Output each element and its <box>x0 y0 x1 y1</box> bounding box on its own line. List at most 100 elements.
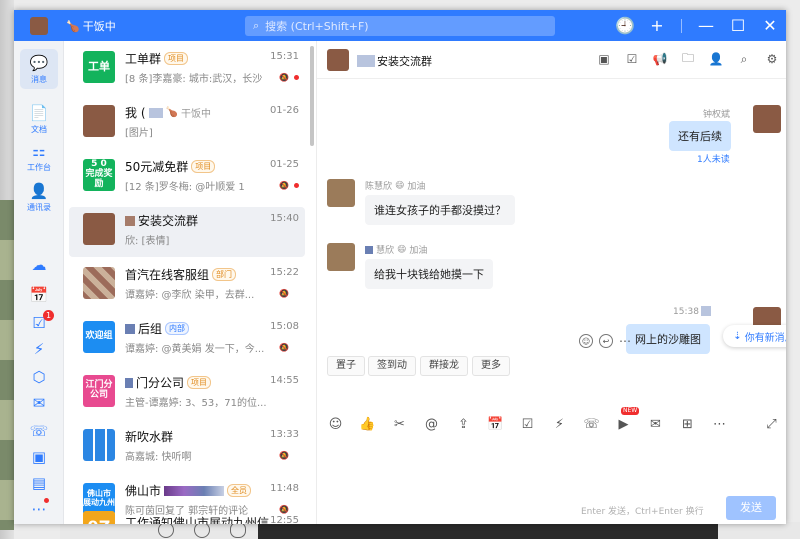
read-status[interactable]: 1人未读 <box>697 152 730 165</box>
user-avatar[interactable] <box>30 17 48 35</box>
meeting-icon: ▣ <box>31 448 47 466</box>
settings-icon[interactable]: ⚙ <box>764 51 780 67</box>
bg-mic-icon <box>230 522 246 538</box>
hexagon-icon: ⬡ <box>32 368 46 386</box>
mail-icon[interactable]: ✉ <box>647 416 664 433</box>
redacted-block <box>701 306 711 316</box>
conversation-name: 佛山市 全员 <box>125 482 252 499</box>
nav-workbench[interactable]: ⚏ 工作台 <box>20 141 58 173</box>
expand-icon[interactable]: ⤢ <box>763 416 780 433</box>
scissors-icon[interactable]: ✂ <box>391 416 408 433</box>
mention-icon[interactable]: @ <box>423 416 440 433</box>
nav-docs[interactable]: 📄 文档 <box>20 103 58 135</box>
input-toolbar: ☺ 👍 ✂ @ ⇪ 📅 ☑ ⚡ ☏ ▶ NEW ✉ ⊞ ⋯ <box>327 407 728 433</box>
nav-lightning[interactable]: ⚡ <box>20 339 58 359</box>
doc-icon: 📄 <box>29 104 49 122</box>
redacted-block <box>125 215 135 226</box>
conversation-item[interactable]: 欢迎组 后组 内部 15:08 谭嘉婷: @黄美娟 发一下，今... 🔕 <box>69 315 305 365</box>
plus-icon[interactable]: + <box>641 10 673 41</box>
status-text: 干饭中 <box>82 20 116 33</box>
user-status[interactable]: 🍗 干饭中 <box>66 18 116 34</box>
add-member-icon[interactable]: 👤 <box>708 51 724 67</box>
unread-dot <box>294 183 299 188</box>
conversation-name: 门分公司 项目 <box>125 374 212 391</box>
nav-meeting[interactable]: ▣ <box>20 447 58 467</box>
emoji-react-icon[interactable]: ☺ <box>579 334 593 348</box>
nav-more[interactable]: ⋯ <box>20 498 58 519</box>
sender-avatar[interactable] <box>327 243 355 271</box>
left-navigation: 💬 消息 📄 文档 ⚏ 工作台 👤 通讯录 ☁ 📅 ☑ 1 ⚡ ⬡ ✉ ☏ ▣ … <box>14 41 64 524</box>
more-icon[interactable]: ⋯ <box>711 416 728 433</box>
maximize-button[interactable]: ☐ <box>722 10 754 41</box>
conversation-name: 我 (🍗 干饭中 <box>125 106 211 120</box>
apps-icon[interactable]: ⊞ <box>679 416 696 433</box>
message-bubble[interactable]: 谁连女孩子的手都没摸过？ <box>365 195 515 225</box>
task-icon[interactable]: ☑ <box>624 51 640 67</box>
nav-phone[interactable]: ☏ <box>20 421 58 441</box>
thumbs-up-icon[interactable]: 👍 <box>359 416 376 433</box>
conversation-name: 新吹水群 <box>125 430 174 444</box>
close-button[interactable]: ✕ <box>754 10 786 41</box>
conversation-preview: 欣: [表情] <box>125 236 170 247</box>
nav-mail[interactable]: ✉ <box>20 393 58 413</box>
sender-name: 慧欣 😄 加油 <box>365 243 427 256</box>
phone-icon[interactable]: ☏ <box>583 416 600 433</box>
conversation-item-active[interactable]: 安装交流群 15:40 欣: [表情] <box>69 207 305 257</box>
conversation-item[interactable]: 首汽在线客服组 部门 15:22 谭嘉婷: @李欣 染甲，去群... 🔕 <box>69 261 305 311</box>
lightning-icon: ⚡ <box>33 340 45 358</box>
conversation-preview: [12 条]罗冬梅: @叶顺爱 1 <box>125 182 245 193</box>
message-bubble[interactable]: 还有后续 <box>669 121 731 151</box>
conversation-tag: 项目 <box>164 52 189 65</box>
quick-reply-button[interactable]: 群接龙 <box>420 356 468 376</box>
message-bubble[interactable]: 给我十块钱给她摸一下 <box>365 259 493 289</box>
nav-calendar[interactable]: 📅 <box>20 285 58 305</box>
conversation-preview: 高嘉城: 快听啊 <box>125 452 192 463</box>
group-avatar[interactable] <box>327 49 349 71</box>
new-message-tip[interactable]: ⇣你有新消息 <box>723 325 786 347</box>
chat-title[interactable]: 安装交流群 <box>357 53 432 69</box>
conversation-preview: 主管-谭嘉婷: 3、53，71的位... <box>125 398 267 409</box>
task-icon[interactable]: ☑ <box>519 416 536 433</box>
send-button[interactable]: 发送 <box>726 496 776 520</box>
sender-avatar[interactable] <box>327 179 355 207</box>
nav-todo[interactable]: ☑ 1 <box>20 310 58 333</box>
folder-icon[interactable]: 🗀 <box>680 51 696 67</box>
quick-reply-button[interactable]: 置子 <box>327 356 365 376</box>
more-icon[interactable]: ⋯ <box>619 334 631 348</box>
nav-box[interactable]: ▤ <box>20 473 58 493</box>
announcement-icon[interactable]: 📢 <box>652 51 668 67</box>
conversation-item[interactable]: 5 0 完成奖励 50元减免群 项目 01-25 [12 条]罗冬梅: @叶顺爱 … <box>69 153 305 203</box>
nav-messages[interactable]: 💬 消息 <box>20 49 58 89</box>
nav-contacts[interactable]: 👤 通讯录 <box>20 181 58 213</box>
emoji-icon[interactable]: ☺ <box>327 416 344 433</box>
conversation-item[interactable]: 我 (🍗 干饭中 01-26 [图片] <box>69 99 305 149</box>
minimize-button[interactable]: — <box>690 10 722 41</box>
message-input[interactable] <box>317 441 786 491</box>
calendar-icon: 📅 <box>29 286 49 304</box>
meeting-icon[interactable]: ▣ <box>596 51 612 67</box>
conversation-item[interactable]: 9Z 工作通知佛山市展动九州信... 12:55 <box>69 509 305 524</box>
conversation-item[interactable]: 工单 工单群 项目 15:31 [8 条]李嘉豪: 城市:武汉，长沙 🔕 <box>69 45 305 95</box>
live-icon[interactable]: ▶ NEW <box>615 407 640 433</box>
conversation-time: 01-26 <box>269 105 299 116</box>
conversation-preview: [8 条]李嘉豪: 城市:武汉，长沙 <box>125 74 263 85</box>
nav-hexagon[interactable]: ⬡ <box>20 367 58 387</box>
message-bubble[interactable]: 网上的沙雕图 <box>626 324 710 354</box>
list-scrollbar[interactable] <box>310 46 314 146</box>
upload-icon[interactable]: ⇪ <box>455 416 472 433</box>
conversation-item[interactable]: 江门分 公司 门分公司 项目 14:55 主管-谭嘉婷: 3、53，71的位... <box>69 369 305 419</box>
lightning-icon[interactable]: ⚡ <box>551 416 568 433</box>
quick-reply-button[interactable]: 更多 <box>472 356 510 376</box>
quick-reply-button[interactable]: 签到动 <box>368 356 416 376</box>
reply-icon[interactable]: ↩ <box>599 334 613 348</box>
conversation-item[interactable]: 新吹水群 13:33 高嘉城: 快听啊 🔕 <box>69 423 305 473</box>
bg-icon <box>158 522 174 538</box>
sender-avatar[interactable] <box>753 105 781 133</box>
global-search-input[interactable]: ⌕ 搜索 (Ctrl+Shift+F) <box>245 16 555 36</box>
redacted-block <box>365 245 373 254</box>
search-history-icon[interactable]: ⌕ <box>736 51 752 67</box>
history-icon[interactable]: 🕘 <box>609 10 641 41</box>
nav-cloud[interactable]: ☁ <box>20 255 58 275</box>
chat-header: 安装交流群 ▣ ☑ 📢 🗀 👤 ⌕ ⚙ <box>317 41 786 79</box>
calendar-icon[interactable]: 📅 <box>487 416 504 433</box>
